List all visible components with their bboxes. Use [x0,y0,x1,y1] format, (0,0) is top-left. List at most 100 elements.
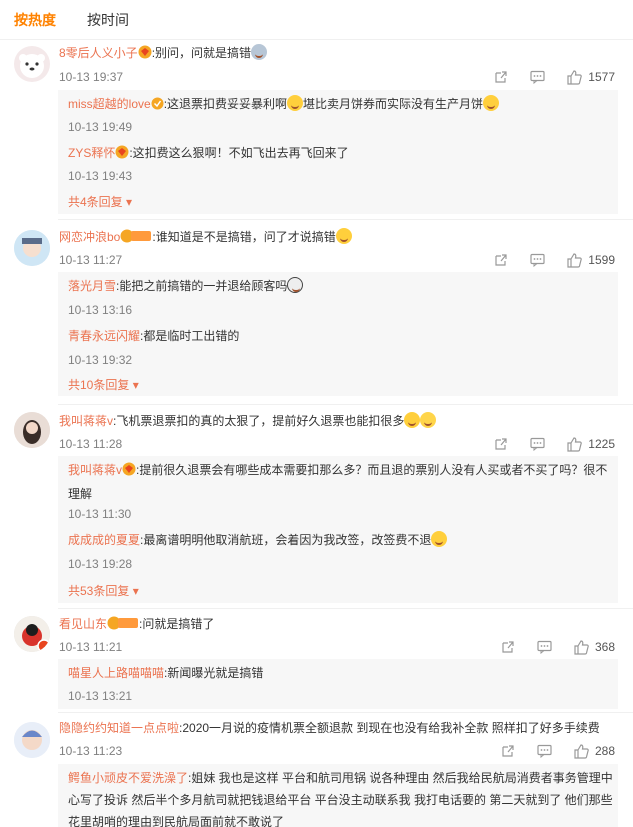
reply-content: 我叫蒋蒋v:提前很久退票会有哪些成本需要扣那么多？而且退的票别人没有人买或者不买… [68,459,613,505]
comment-icon[interactable] [530,437,545,451]
emoji-icon [404,412,421,428]
comment-time: 10-13 11:27 [59,253,123,267]
username[interactable]: 隐隐约约知道一点点啦 [59,721,179,735]
reply-time: 10-13 19:43 [68,169,133,183]
emoji-icon [287,277,304,293]
vip-icon [107,616,139,635]
reply-list: 我叫蒋蒋v:提前很久退票会有哪些成本需要扣那么多？而且退的票别人没有人买或者不买… [58,456,618,603]
more-replies-link[interactable]: 共53条回复 ▾ [68,583,139,599]
username[interactable]: ZYS释怀 [68,146,115,160]
avatar[interactable] [14,616,50,652]
reply-list: 落光月雪:能把之前搞错的一并退给顾客吗 10-13 13:16 青春永远闪耀:都… [58,272,618,396]
reply-text: :能把之前搞错的一并退给顾客吗 [116,279,288,293]
username[interactable]: miss超越的love [68,97,151,111]
comment-icon[interactable] [537,640,552,654]
comment-content: 隐隐约约知道一点点啦:2020一月说的疫情机票全额退款 到现在也没有给我补全款 … [59,719,600,737]
comment-time: 10-13 19:37 [59,70,124,84]
more-replies-label: 共4条回复 [68,195,123,209]
avatar[interactable] [14,412,50,448]
username[interactable]: 鳄鱼小顽皮不爱洗澡了 [68,771,188,785]
emoji-icon [420,412,437,428]
like-icon[interactable] [574,743,589,759]
like-count: 368 [594,640,615,654]
comment-icon[interactable] [530,253,545,267]
reply-content: 青春永远闪耀:都是临时工出错的 [68,327,239,345]
username[interactable]: 喵星人上路喵喵喵 [68,666,164,680]
divider [58,712,633,713]
reply-content: 落光月雪:能把之前搞错的一并退给顾客吗 [68,277,304,295]
like-icon[interactable] [574,639,589,655]
username[interactable]: 看见山东 [59,617,107,631]
like-count: 1599 [588,253,615,267]
comment-content: 我叫蒋蒋v:飞机票退票扣的真的太狠了，提前好久退票也能扣很多 [59,412,437,430]
comment-item: 8零后人义小子 :别问，问就是搞错 10-13 19:37 1577 miss超越… [0,40,633,215]
reply-text: :最离谱明明他取消航班，会着因为我改签，改签费不退 [140,533,432,547]
comment-icon[interactable] [537,744,552,758]
reply-time: 10-13 19:28 [68,557,133,571]
avatar[interactable] [14,230,50,266]
reply-content: 喵星人上路喵喵喵:新闻曝光就是搞错 [68,664,263,682]
share-icon[interactable] [494,253,508,267]
like-icon[interactable] [567,69,583,85]
vip-icon [122,461,136,483]
comment-text: :别问，问就是搞错 [151,46,252,60]
reply-time: 10-13 19:49 [68,120,133,134]
reply-text: :这退票扣费妥妥暴利啊 [163,97,288,111]
like-icon[interactable] [567,252,583,268]
username[interactable]: 青春永远闪耀 [68,329,140,343]
username[interactable]: 8零后人义小子 [59,46,138,60]
comment-actions: 1577 [472,68,615,86]
vip-icon [115,145,129,164]
username[interactable]: 我叫蒋蒋v [59,414,113,428]
comment-text: :问就是搞错了 [139,617,215,631]
reply-text: :都是临时工出错的 [140,329,240,343]
comment-actions: 1225 [472,435,615,453]
avatar[interactable] [14,46,50,82]
share-icon[interactable] [501,640,515,654]
like-icon[interactable] [567,436,583,452]
like-count: 288 [594,744,615,758]
username[interactable]: 成成成的夏夏 [68,533,140,547]
emoji-icon [287,95,304,111]
avatar[interactable] [14,722,50,758]
verified-icon [151,97,164,115]
fan-badge: 铁粉 [59,615,60,616]
username[interactable]: 落光月雪 [68,279,116,293]
comment-icon[interactable] [530,70,545,84]
reply-content: miss超越的love:这退票扣费妥妥暴利啊 堪比卖月饼券而实际没有生产月饼 [68,95,500,115]
comment-text: :飞机票退票扣的真的太狠了，提前好久退票也能扣很多 [113,414,405,428]
more-replies-link[interactable]: 共4条回复 ▾ [68,194,132,210]
username[interactable]: 我叫蒋蒋v [68,463,122,477]
reply-list: 鳄鱼小顽皮不爱洗澡了:姐妹 我也是这样 平台和航司甩锅 说各种理由 然后我给民航… [58,764,618,827]
vip-icon [120,229,152,248]
tab-time[interactable]: 按时间 [87,10,129,30]
comment-actions: 1599 [472,251,615,269]
comment-text: :谁知道是不是搞错，问了才说搞错 [152,230,336,244]
reply-time: 10-13 19:32 [68,353,133,367]
fan-badge: 铁粉 [59,228,60,229]
comment-actions: 288 [479,742,615,760]
comment-actions: 368 [479,638,615,656]
share-icon[interactable] [494,70,508,84]
chevron-down-icon: ▾ [126,195,133,209]
comment-text: :2020一月说的疫情机票全额退款 到现在也没有给我补全款 照样扣了好多手续费 [179,721,600,735]
share-icon[interactable] [501,744,515,758]
emoji-icon [335,228,352,244]
more-replies-label: 共53条回复 [68,584,130,598]
comment-time: 10-13 11:28 [59,437,123,451]
sort-tabs: 按热度 按时间 [0,0,633,40]
reply-content: ZYS释怀:这扣费这么狠啊！不如飞出去再飞回来了 [68,144,349,164]
more-replies-link[interactable]: 共10条回复 ▾ [68,377,139,393]
username[interactable]: 网恋冲浪bo [59,230,120,244]
divider [58,404,633,405]
comment-item: 网恋冲浪bo铁粉 :谁知道是不是搞错，问了才说搞错 10-13 11:27 159… [0,224,633,402]
vip-icon [138,45,152,64]
chevron-down-icon: ▾ [132,378,139,392]
tab-hot[interactable]: 按热度 [14,10,56,30]
reply-content: 鳄鱼小顽皮不爱洗澡了:姐妹 我也是这样 平台和航司甩锅 说各种理由 然后我给民航… [68,767,613,827]
share-icon[interactable] [494,437,508,451]
divider [58,608,633,609]
chevron-down-icon: ▾ [132,584,139,598]
comment-content: 网恋冲浪bo铁粉 :谁知道是不是搞错，问了才说搞错 [59,228,352,248]
comment-item: 隐隐约约知道一点点啦:2020一月说的疫情机票全额退款 到现在也没有给我补全款 … [0,716,633,827]
